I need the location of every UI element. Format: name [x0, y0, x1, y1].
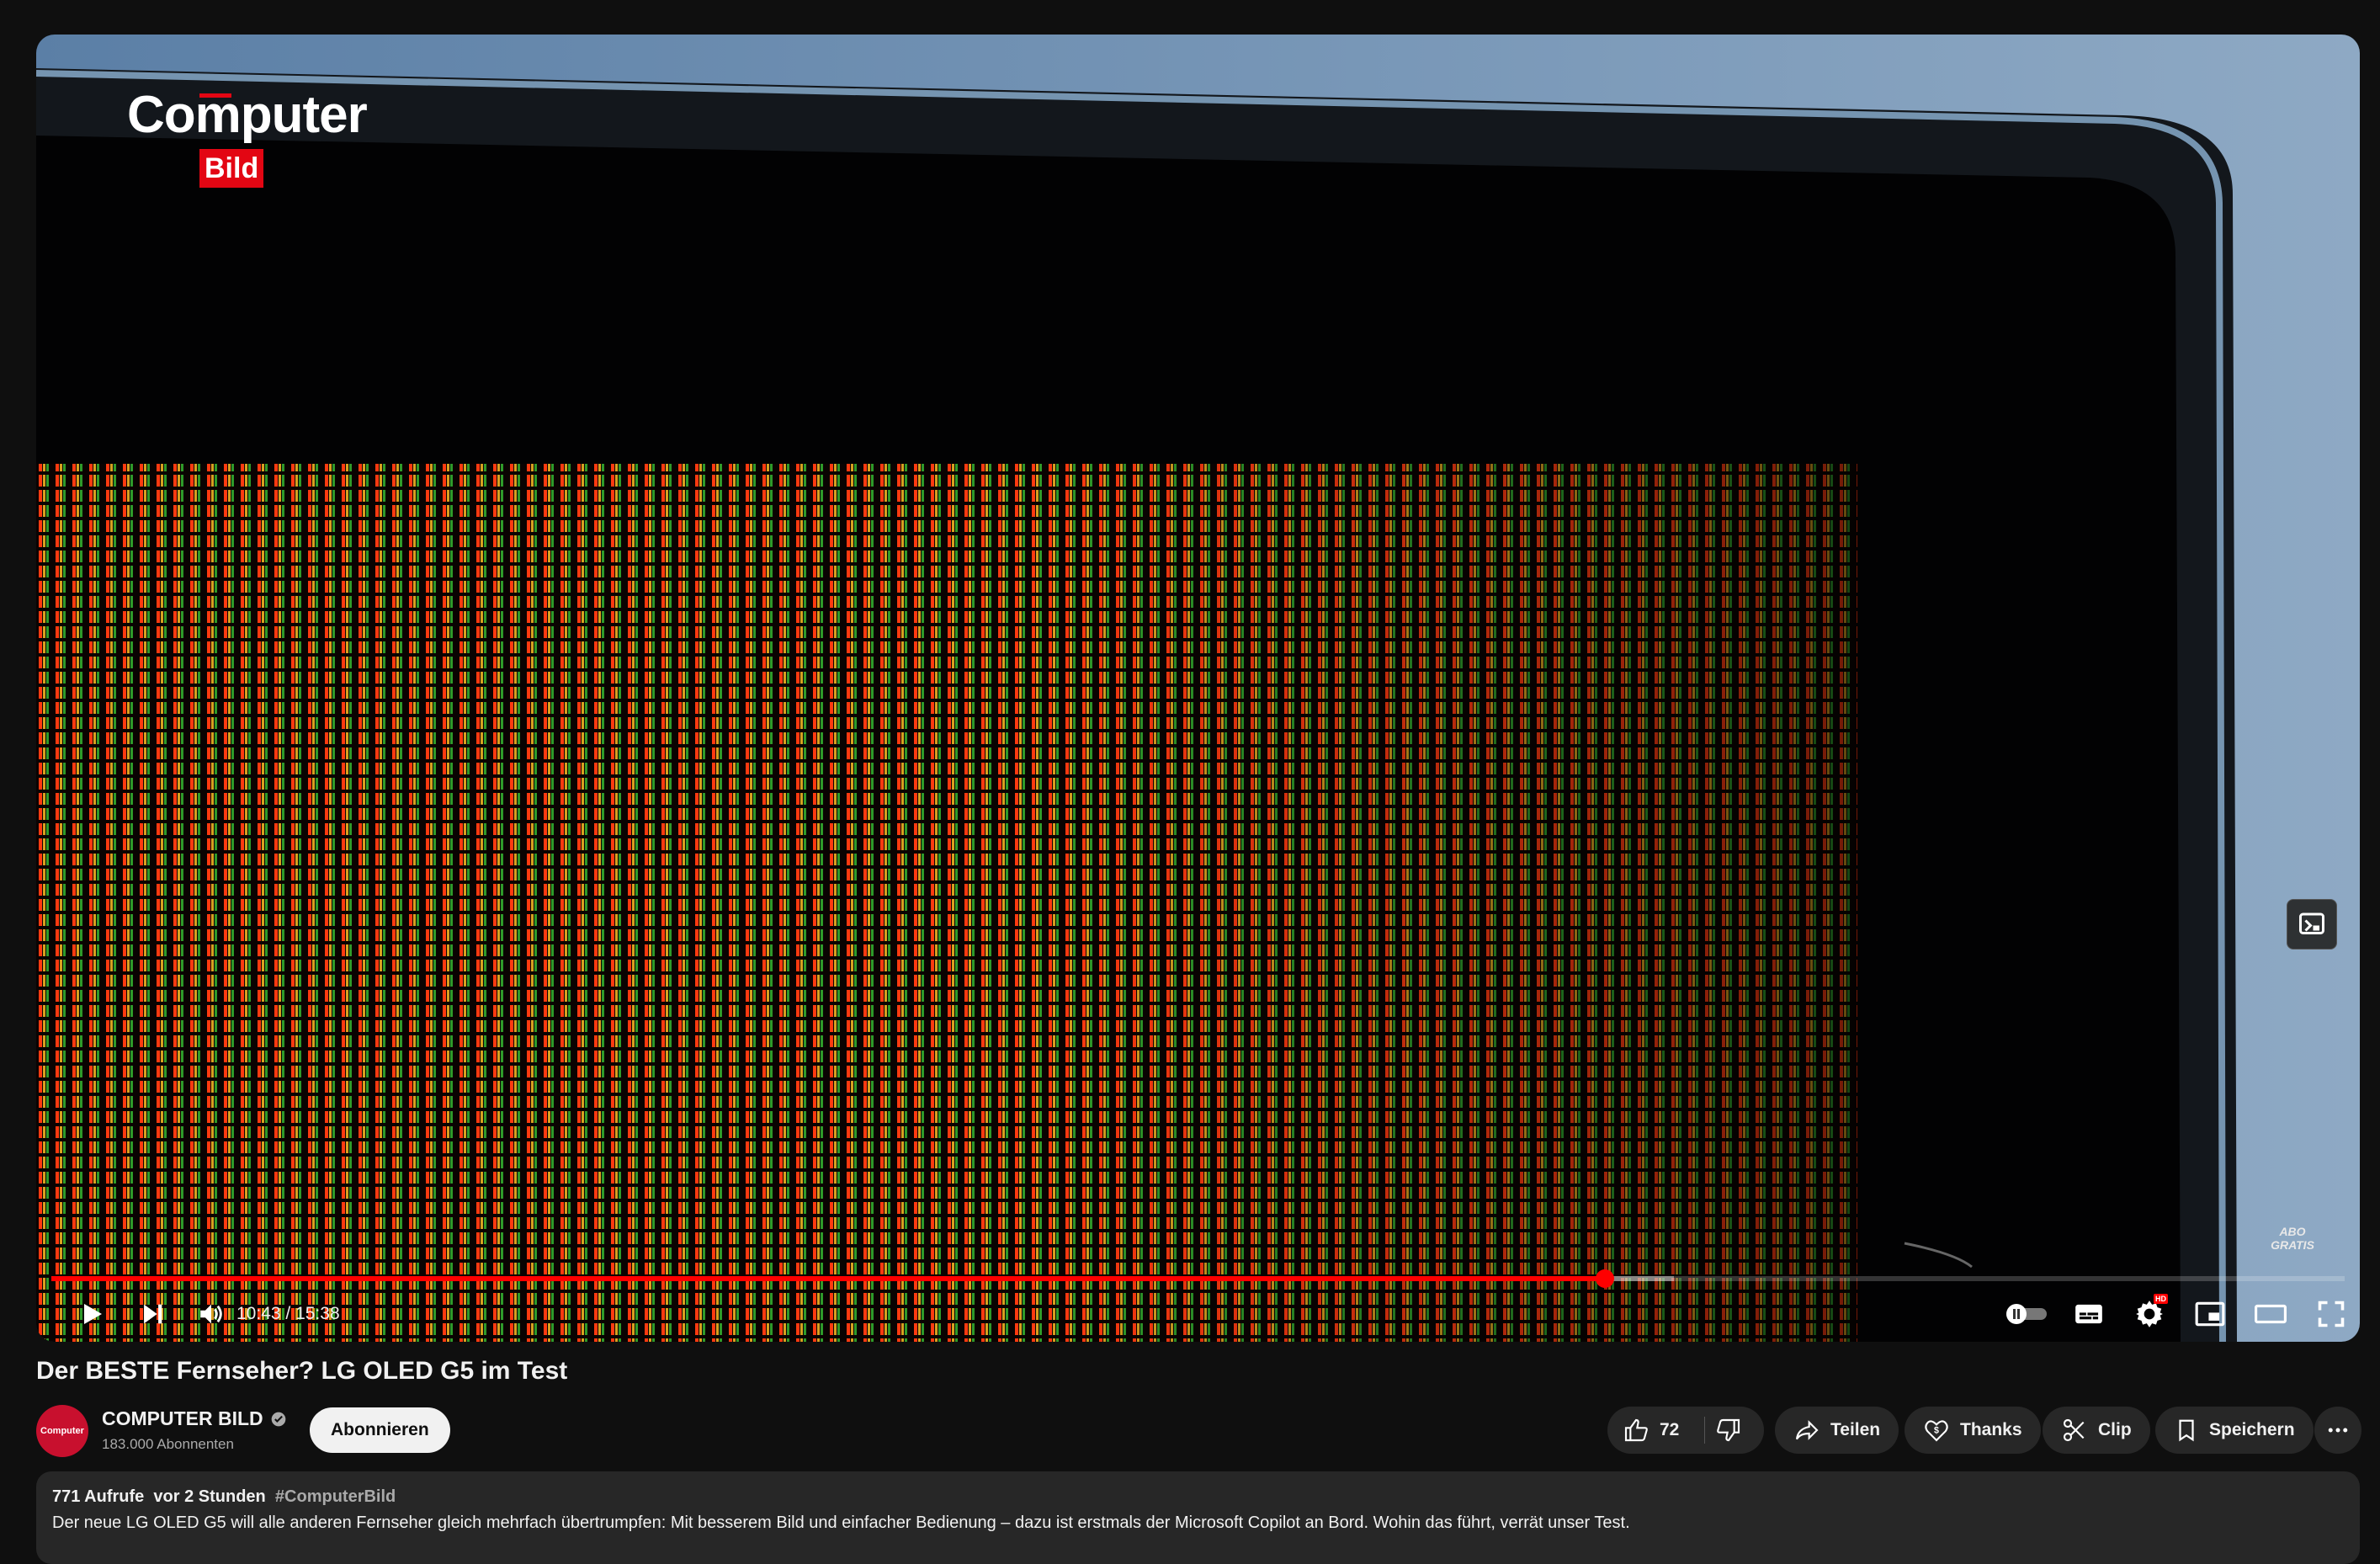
channel-watermark-logo: Computer Bild — [127, 85, 371, 211]
thanks-button[interactable]: $ Thanks — [1905, 1407, 2041, 1454]
like-dislike-group: 72 — [1607, 1407, 1764, 1454]
share-label: Teilen — [1830, 1420, 1881, 1439]
subscribe-promo-text[interactable]: ABO GRATIS — [2259, 1225, 2326, 1252]
watermark-line1: Computer — [127, 86, 368, 144]
progress-played — [51, 1276, 1606, 1281]
autoplay-toggle[interactable] — [1997, 1292, 2056, 1336]
view-count: 771 Aufrufe — [52, 1487, 145, 1506]
bookmark-icon — [2179, 1419, 2194, 1442]
like-separator — [1704, 1417, 1705, 1444]
fullscreen-icon — [2318, 1301, 2345, 1327]
product-view-button[interactable] — [2287, 899, 2337, 950]
autoplay-toggle-icon — [2006, 1304, 2047, 1324]
theater-icon — [2255, 1304, 2287, 1324]
watermark-line2: Bild — [199, 149, 264, 188]
current-time: 10:43 — [236, 1304, 281, 1323]
miniplayer-icon — [2195, 1301, 2225, 1327]
video-frame — [36, 35, 2360, 1342]
upload-age: vor 2 Stunden — [153, 1487, 266, 1506]
video-title: Der BESTE Fernseher? LG OLED G5 im Test — [36, 1357, 568, 1385]
next-icon — [144, 1304, 162, 1324]
channel-avatar[interactable]: Computer — [36, 1405, 88, 1457]
subtitles-icon — [2075, 1304, 2102, 1324]
share-icon — [1795, 1420, 1819, 1440]
expand-view-icon — [2299, 912, 2324, 934]
fullscreen-button[interactable] — [2308, 1292, 2355, 1336]
save-label: Speichern — [2209, 1420, 2295, 1439]
settings-button[interactable]: HD — [2126, 1292, 2173, 1336]
like-button[interactable]: 72 — [1623, 1407, 1679, 1454]
volume-icon — [200, 1304, 222, 1324]
video-meta: 771 Aufrufe vor 2 Stunden #ComputerBild — [52, 1487, 396, 1507]
channel-info: Computer COMPUTER BILD 183.000 Abonnente… — [36, 1402, 878, 1460]
time-separator: / — [280, 1304, 296, 1323]
dislike-button[interactable] — [1715, 1407, 1742, 1454]
player-controls: 10:43 / 15:38 HD — [36, 1289, 2360, 1339]
description-text: Der neue LG OLED G5 will alle anderen Fe… — [52, 1513, 1630, 1532]
time-display: 10:43 / 15:38 — [236, 1289, 340, 1339]
volume-button[interactable] — [188, 1292, 235, 1336]
more-actions-button[interactable] — [2314, 1407, 2361, 1454]
duration: 15:38 — [295, 1304, 340, 1323]
watermark-accent-bar — [199, 93, 231, 98]
clip-button[interactable]: Clip — [2043, 1407, 2150, 1454]
scissors-icon — [2063, 1418, 2085, 1442]
channel-name-row[interactable]: COMPUTER BILD — [102, 1407, 287, 1430]
play-icon — [84, 1304, 102, 1324]
thumbs-up-icon — [1624, 1418, 1648, 1442]
video-player[interactable]: Computer Bild ABO GRATIS 10:43 / 15:38 H… — [36, 35, 2360, 1342]
verified-icon — [271, 1412, 286, 1426]
miniplayer-button[interactable] — [2186, 1292, 2234, 1336]
subscriber-count: 183.000 Abonnenten — [102, 1436, 234, 1452]
thumbs-down-icon — [1717, 1418, 1740, 1442]
play-button[interactable] — [68, 1292, 115, 1336]
subscribe-button[interactable]: Abonnieren — [310, 1407, 450, 1453]
thanks-label: Thanks — [1960, 1420, 2022, 1439]
more-horiz-icon — [2328, 1428, 2348, 1433]
next-button[interactable] — [129, 1292, 176, 1336]
hashtag-link[interactable]: #ComputerBild — [275, 1487, 396, 1506]
clip-label: Clip — [2098, 1420, 2132, 1439]
channel-name[interactable]: COMPUTER BILD — [102, 1407, 263, 1430]
svg-text:$: $ — [1934, 1425, 1939, 1435]
theater-mode-button[interactable] — [2247, 1292, 2294, 1336]
thanks-heart-icon: $ — [1925, 1420, 1948, 1442]
progress-bar[interactable] — [51, 1269, 2345, 1288]
description-box[interactable]: 771 Aufrufe vor 2 Stunden #ComputerBild … — [36, 1471, 2360, 1564]
hd-badge: HD — [2154, 1294, 2168, 1304]
save-button[interactable]: Speichern — [2155, 1407, 2314, 1454]
subtitles-button[interactable] — [2065, 1292, 2112, 1336]
like-count: 72 — [1660, 1420, 1680, 1439]
share-button[interactable]: Teilen — [1775, 1407, 1899, 1454]
